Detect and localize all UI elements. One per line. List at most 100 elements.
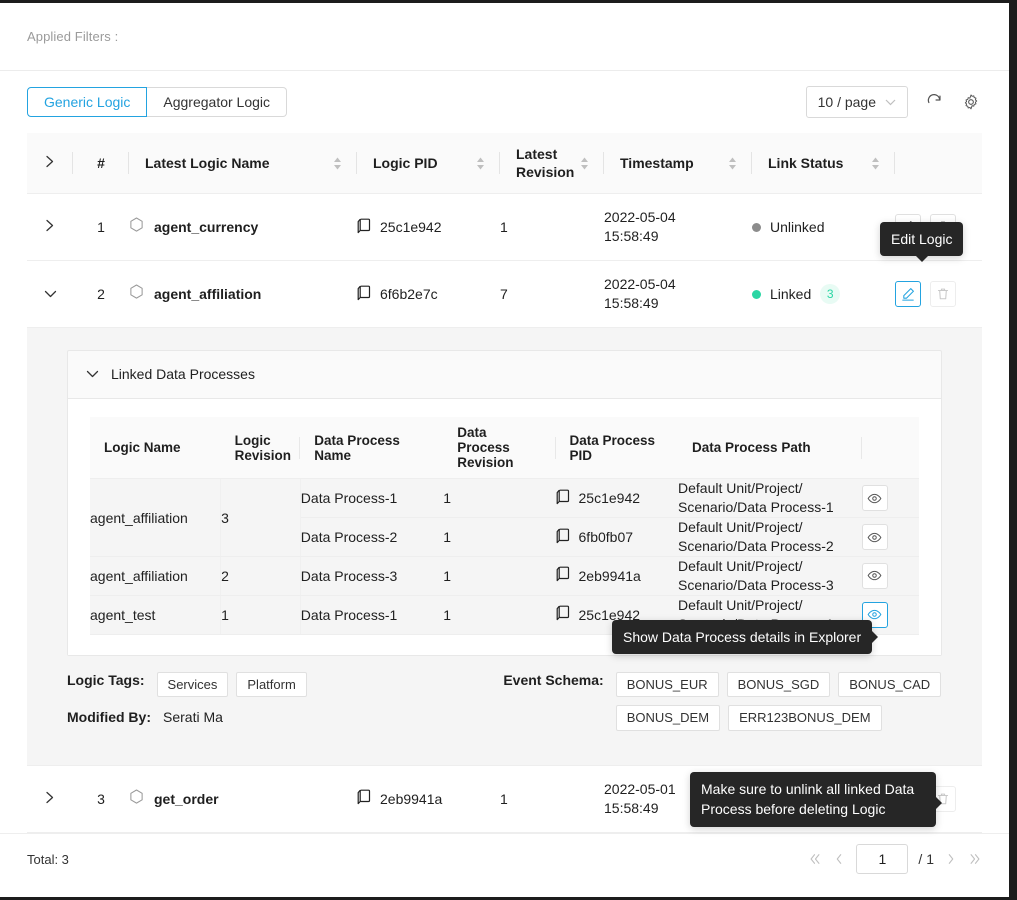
row-pid-cell: 2eb9941a [357, 765, 500, 832]
sort-icon[interactable] [870, 156, 881, 171]
edit-logic-button[interactable] [895, 281, 921, 307]
logic-table-header-row: # Latest Logic Name Logic PID [27, 133, 982, 194]
event-schema-chips: BONUS_EUR BONUS_SGD BONUS_CAD BONUS_DEM … [616, 672, 942, 731]
th-timestamp-label: Timestamp [604, 155, 694, 171]
logic-tags-row: Logic Tags: Services Platform [67, 672, 503, 698]
inner-actions-cell [862, 518, 919, 557]
linked-data-processes-header[interactable]: Linked Data Processes [68, 351, 941, 399]
modified-by-label: Modified By: [67, 709, 151, 725]
toolbar-right-controls: 10 / page [806, 86, 982, 118]
th-index: # [73, 133, 129, 194]
row-revision: 1 [500, 765, 604, 832]
event-schema-chip: ERR123BONUS_DEM [728, 705, 882, 731]
row-pid: 25c1e942 [380, 219, 442, 235]
status-badge: Unlinked [770, 219, 824, 235]
copy-icon[interactable] [556, 566, 570, 585]
inner-logic-name: agent_test [90, 595, 221, 634]
page-total-label: / 1 [918, 851, 934, 867]
chevron-right-icon [45, 219, 55, 235]
row-logic-name-cell: agent_affiliation [129, 261, 357, 328]
row-pid-cell: 6f6b2e7c [357, 261, 500, 328]
logic-table-head: # Latest Logic Name Logic PID [27, 133, 982, 194]
inner-dp-pid-cell: 2eb9941a [556, 557, 679, 596]
inner-dp-name: Data Process-3 [300, 557, 443, 596]
logic-table: # Latest Logic Name Logic PID [27, 133, 982, 833]
th-index-label: # [97, 155, 105, 171]
row-link-status-cell: Linked 3 [752, 261, 895, 328]
inner-dp-path-line1: Default Unit/Project/ [678, 596, 862, 615]
th-timestamp[interactable]: Timestamp [604, 133, 752, 194]
copy-icon[interactable] [556, 605, 570, 624]
linked-count-badge: 3 [820, 284, 840, 304]
tooltip-edit-logic-text: Edit Logic [891, 231, 952, 247]
page-size-select[interactable]: 10 / page [806, 86, 908, 118]
th-logic-name: Logic Name [90, 417, 221, 479]
inner-dp-pid-cell: 25c1e942 [556, 479, 679, 518]
page-number-input[interactable] [856, 844, 908, 874]
total-count-label: Total: 3 [27, 852, 69, 867]
table-row[interactable]: 1 agent_currency [27, 194, 982, 261]
sort-icon[interactable] [475, 156, 486, 171]
row-actions-cell [895, 261, 982, 328]
refresh-icon[interactable] [923, 91, 945, 113]
row-pid: 6f6b2e7c [380, 286, 438, 302]
sort-icon[interactable] [579, 156, 590, 171]
first-page-button[interactable] [808, 852, 822, 866]
copy-icon[interactable] [556, 489, 570, 508]
show-in-explorer-button[interactable] [862, 485, 888, 511]
th-inner-actions [862, 417, 919, 479]
tooltip-edit-logic: Edit Logic [880, 222, 963, 256]
inner-dp-path-cell: Default Unit/Project/ Scenario/Data Proc… [678, 479, 862, 518]
th-expand-all[interactable] [27, 133, 73, 194]
logic-meta-section: Logic Tags: Services Platform Modified B… [27, 656, 982, 765]
tooltip-delete-warning-text: Make sure to unlink all linked Data Proc… [701, 781, 914, 817]
linked-data-processes-panel: Linked Data Processes [27, 328, 982, 656]
inner-dp-revision: 1 [443, 479, 555, 518]
expanded-detail-row: Linked Data Processes [27, 327, 982, 765]
th-latest-logic-name[interactable]: Latest Logic Name [129, 133, 357, 194]
th-link-status[interactable]: Link Status [752, 133, 895, 194]
show-in-explorer-button[interactable] [862, 524, 888, 550]
row-timestamp-cell: 2022-05-04 15:58:49 [604, 194, 752, 261]
copy-icon[interactable] [357, 218, 371, 237]
delete-logic-button[interactable] [930, 281, 956, 307]
row-expand-toggle[interactable] [27, 765, 73, 832]
inner-dp-pid: 2eb9941a [579, 568, 641, 584]
row-timestamp-date: 2022-05-04 [604, 275, 752, 294]
table-footer: Total: 3 / 1 [0, 833, 1009, 885]
tab-generic-logic[interactable]: Generic Logic [27, 87, 147, 117]
row-expand-toggle[interactable] [27, 261, 73, 328]
logic-type-tabs: Generic Logic Aggregator Logic [27, 87, 287, 117]
inner-dp-path-line1: Default Unit/Project/ [678, 518, 862, 537]
inner-dp-path-cell: Default Unit/Project/ Scenario/Data Proc… [678, 557, 862, 596]
tooltip-show-explorer-text: Show Data Process details in Explorer [623, 629, 861, 645]
show-in-explorer-button[interactable] [862, 563, 888, 589]
chevron-right-icon [45, 155, 55, 171]
row-pid-cell: 25c1e942 [357, 194, 500, 261]
next-page-button[interactable] [944, 852, 958, 866]
prev-page-button[interactable] [832, 852, 846, 866]
th-latest-revision[interactable]: Latest Revision [500, 133, 604, 194]
row-expand-toggle[interactable] [27, 194, 73, 261]
table-row[interactable]: 2 agent_affiliation [27, 261, 982, 328]
expanded-detail-cell: Linked Data Processes [27, 327, 982, 765]
tooltip-arrow [916, 256, 928, 262]
modified-by-row: Modified By: Serati Ma [67, 709, 503, 725]
th-data-process-name: Data Process Name [300, 417, 443, 479]
sort-icon[interactable] [727, 156, 738, 171]
sort-icon[interactable] [332, 156, 343, 171]
row-logic-name-cell: agent_currency [129, 194, 357, 261]
th-logic-pid[interactable]: Logic PID [357, 133, 500, 194]
th-logic-pid-label: Logic PID [357, 155, 438, 171]
copy-icon[interactable] [556, 528, 570, 547]
copy-icon[interactable] [357, 789, 371, 808]
event-schema-block: Event Schema: BONUS_EUR BONUS_SGD BONUS_… [503, 672, 942, 743]
row-timestamp-date: 2022-05-04 [604, 208, 752, 227]
last-page-button[interactable] [968, 852, 982, 866]
tab-aggregator-logic[interactable]: Aggregator Logic [147, 87, 287, 117]
pagination: / 1 [808, 844, 982, 874]
logic-tag-chip: Platform [236, 672, 306, 698]
row-index: 3 [73, 765, 129, 832]
copy-icon[interactable] [357, 285, 371, 304]
gear-icon[interactable] [960, 91, 982, 113]
